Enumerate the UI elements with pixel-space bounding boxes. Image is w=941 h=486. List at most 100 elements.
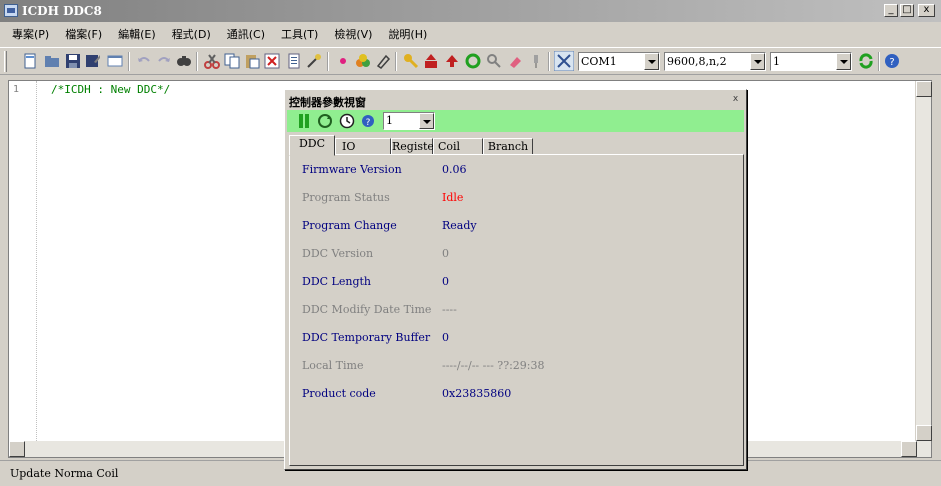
find-icon[interactable] [176, 53, 192, 69]
print-icon[interactable] [286, 53, 302, 69]
dialog-title-bar[interactable]: 控制器參數視窗 x [287, 92, 744, 109]
port-select[interactable]: COM1 [578, 52, 660, 71]
chevron-down-icon[interactable] [750, 53, 765, 70]
ddc-panel: Firmware Version 0.06 Program Status Idl… [289, 154, 744, 466]
menu-view[interactable]: 檢視(V) [334, 26, 372, 42]
program-change-label: Program Change [302, 219, 397, 232]
svg-text:?: ? [889, 57, 894, 68]
dialog-toolbar: ? 1 [287, 110, 744, 132]
tab-io[interactable]: IO [335, 138, 391, 155]
toolbar-separator [196, 52, 198, 71]
tab-coil[interactable]: Coil [433, 138, 483, 155]
scroll-right-button[interactable] [901, 441, 917, 457]
product-code-label: Product code [302, 387, 376, 400]
open-folder-icon[interactable] [44, 53, 60, 69]
scroll-left-button[interactable] [9, 441, 25, 457]
clock-icon[interactable] [339, 113, 355, 129]
ddc-modify-date-label: DDC Modify Date Time [302, 303, 432, 316]
scroll-down-button[interactable] [916, 425, 932, 441]
program-status-value: Idle [442, 191, 464, 204]
key-icon[interactable] [403, 53, 419, 69]
magic-wand-icon[interactable] [306, 53, 322, 69]
upload-icon[interactable] [423, 53, 439, 69]
menu-project[interactable]: 專案(P) [12, 26, 49, 42]
ddc-temp-buffer-value: 0 [442, 331, 449, 344]
station-select[interactable]: 1 [770, 52, 852, 71]
maximize-button[interactable]: □ [900, 4, 914, 17]
ddc-version-value: 0 [442, 247, 449, 260]
program-change-value: Ready [442, 219, 477, 232]
paste-icon[interactable] [244, 53, 260, 69]
save-icon[interactable] [65, 53, 81, 69]
toolbar: COM1 9600,8,n,2 1 ? [0, 47, 941, 75]
ddc-temp-buffer-label: DDC Temporary Buffer [302, 331, 431, 344]
dialog-close-button[interactable]: x [729, 94, 742, 106]
local-time-value: ----/--/-- --- ??:29:38 [442, 359, 545, 372]
program-status-label: Program Status [302, 191, 390, 204]
clear-icon[interactable] [507, 53, 523, 69]
toolbar-separator [327, 52, 329, 71]
svg-text:?: ? [366, 118, 371, 128]
pause-icon[interactable] [297, 113, 311, 129]
connect-icon[interactable] [554, 51, 574, 71]
tab-branch[interactable]: Branch [483, 138, 533, 155]
scroll-up-button[interactable] [916, 81, 932, 97]
group-icon[interactable] [355, 53, 371, 69]
product-code-value: 0x23835860 [442, 387, 512, 400]
dialog-tabs: DDC IO Register Coil Branch [289, 135, 744, 156]
close-window-button[interactable]: x [918, 4, 935, 17]
controller-params-window: 控制器參數視窗 x ? 1 DDC IO Register Coil Branc… [284, 89, 747, 470]
chevron-down-icon[interactable] [836, 53, 851, 70]
download-icon[interactable] [444, 53, 460, 69]
vertical-scrollbar[interactable] [915, 81, 932, 457]
chevron-down-icon[interactable] [644, 53, 659, 70]
local-time-label: Local Time [302, 359, 364, 372]
pin-icon[interactable] [528, 53, 544, 69]
menu-help[interactable]: 說明(H) [388, 26, 427, 42]
dialog-station-select[interactable]: 1 [383, 112, 435, 130]
bullet-icon[interactable] [335, 53, 351, 69]
copy-icon[interactable] [224, 53, 240, 69]
toolbar-separator [878, 52, 880, 71]
baud-select[interactable]: 9600,8,n,2 [664, 52, 766, 71]
menu-bar: 專案(P) 檔案(F) 編輯(E) 程式(D) 通訊(C) 工具(T) 檢視(V… [0, 22, 941, 46]
undo-icon[interactable] [136, 53, 152, 69]
redo-icon[interactable] [156, 53, 172, 69]
refresh-green-icon[interactable] [858, 53, 874, 69]
firmware-version-label: Firmware Version [302, 163, 402, 176]
code-line[interactable]: /*ICDH : New DDC*/ [51, 83, 170, 96]
window-icon[interactable] [107, 53, 123, 69]
app-icon[interactable] [4, 4, 18, 17]
status-text: Update Norma Coil [10, 467, 119, 480]
menu-file[interactable]: 檔案(F) [65, 26, 102, 42]
save-as-icon[interactable] [85, 53, 101, 69]
toolbar-separator [128, 52, 130, 71]
search-icon[interactable] [486, 53, 502, 69]
erase-icon[interactable] [375, 53, 391, 69]
minimize-button[interactable]: _ [884, 4, 898, 17]
ddc-version-label: DDC Version [302, 247, 374, 260]
help-icon[interactable]: ? [884, 53, 900, 69]
chevron-down-icon[interactable] [419, 113, 434, 129]
menu-program[interactable]: 程式(D) [172, 26, 211, 42]
ddc-length-value: 0 [442, 275, 449, 288]
refresh-icon[interactable] [465, 53, 481, 69]
firmware-version-value: 0.06 [442, 163, 467, 176]
toolbar-separator [548, 52, 550, 71]
window-title: ICDH DDC8 [22, 4, 102, 18]
menu-edit[interactable]: 編輯(E) [118, 26, 156, 42]
toolbar-separator [395, 52, 397, 71]
toolbar-grip[interactable] [4, 51, 7, 72]
ddc-modify-date-value: ---- [442, 303, 457, 316]
cut-icon[interactable] [204, 53, 220, 69]
line-number: 1 [13, 84, 20, 95]
delete-icon[interactable] [264, 53, 280, 69]
dialog-title: 控制器參數視窗 [289, 96, 366, 109]
help-icon[interactable]: ? [361, 114, 375, 128]
menu-communication[interactable]: 通訊(C) [227, 26, 265, 42]
tab-ddc[interactable]: DDC [289, 135, 335, 156]
refresh-icon[interactable] [317, 113, 333, 129]
new-file-icon[interactable] [22, 53, 38, 69]
menu-tools[interactable]: 工具(T) [281, 26, 318, 42]
tab-register[interactable]: Register [391, 138, 439, 155]
